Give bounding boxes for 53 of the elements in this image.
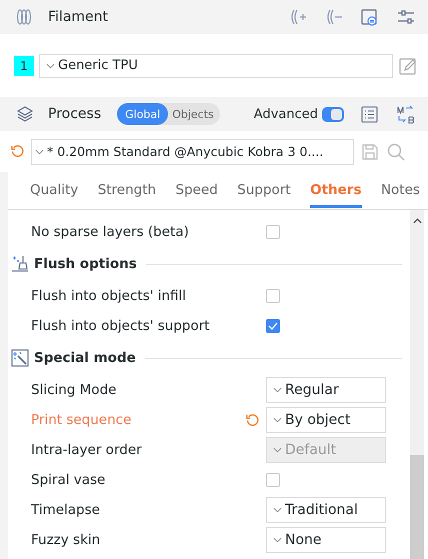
section-title: Filament <box>48 9 108 25</box>
setting-dropdown[interactable]: None <box>266 527 386 553</box>
settings-tab[interactable]: Support <box>237 174 291 208</box>
scope-toggle[interactable]: Global <box>117 103 168 125</box>
setting-label: Flush into objects' support <box>31 318 211 334</box>
spool-icon <box>16 8 34 26</box>
slot-number: 1 <box>14 56 34 76</box>
chevron-icon <box>273 417 282 423</box>
setting-dropdown[interactable]: Traditional <box>266 497 386 523</box>
setting-label: Print sequence <box>31 412 132 428</box>
wand-icon <box>11 349 29 367</box>
chevron-icon <box>35 148 44 154</box>
filament-preset-dropdown[interactable]: Generic TPU <box>39 54 393 78</box>
section-heading: Special mode <box>34 350 136 366</box>
scroll-up-icon[interactable] <box>412 218 422 224</box>
advanced-label: Advanced <box>254 106 318 122</box>
compare-icon[interactable] <box>396 104 416 124</box>
reset-icon[interactable] <box>245 412 260 428</box>
layers-icon <box>16 105 34 123</box>
chevron-icon <box>273 507 282 513</box>
search-icon[interactable] <box>386 142 406 162</box>
chevron-icon <box>273 537 282 543</box>
setting-label: Timelapse <box>31 502 101 518</box>
setting-label: Slicing Mode <box>31 382 118 398</box>
setting-label: Fuzzy skin <box>31 532 102 548</box>
edit-icon[interactable] <box>398 56 418 76</box>
brush-icon <box>11 255 29 273</box>
setting-label: Intra-layer order <box>31 442 143 458</box>
process-preset-dropdown[interactable]: * 0.20mm Standard @Anycubic Kobra 3 0.... <box>31 138 354 164</box>
settings-tab[interactable]: Quality <box>30 174 78 208</box>
checkbox[interactable] <box>266 319 280 333</box>
advanced-switch[interactable] <box>322 106 344 122</box>
setting-label: Spiral vase <box>31 472 106 488</box>
chevron-icon <box>46 62 55 68</box>
section-title: Process <box>48 106 102 122</box>
setting-label: No sparse layers (beta) <box>31 224 190 240</box>
checkbox[interactable] <box>266 289 280 303</box>
section-heading: Flush options <box>34 256 137 272</box>
setting-label: Flush into objects' infill <box>31 288 188 304</box>
settings-tab[interactable]: Notes <box>380 174 420 208</box>
checkbox[interactable] <box>266 473 280 487</box>
reset-icon[interactable] <box>10 144 25 159</box>
setting-dropdown[interactable]: By object <box>266 407 386 433</box>
settings-tab[interactable]: Speed <box>176 174 218 208</box>
save-icon[interactable] <box>360 142 380 162</box>
list-icon[interactable] <box>360 104 380 124</box>
settings-tab[interactable]: Strength <box>98 174 156 208</box>
scrollbar[interactable] <box>410 210 424 559</box>
chevron-icon <box>273 387 282 393</box>
setting-dropdown[interactable]: Regular <box>266 377 386 403</box>
scope-toggle[interactable]: Objects <box>168 103 220 125</box>
checkbox[interactable] <box>266 225 280 239</box>
chevron-icon <box>273 447 282 453</box>
